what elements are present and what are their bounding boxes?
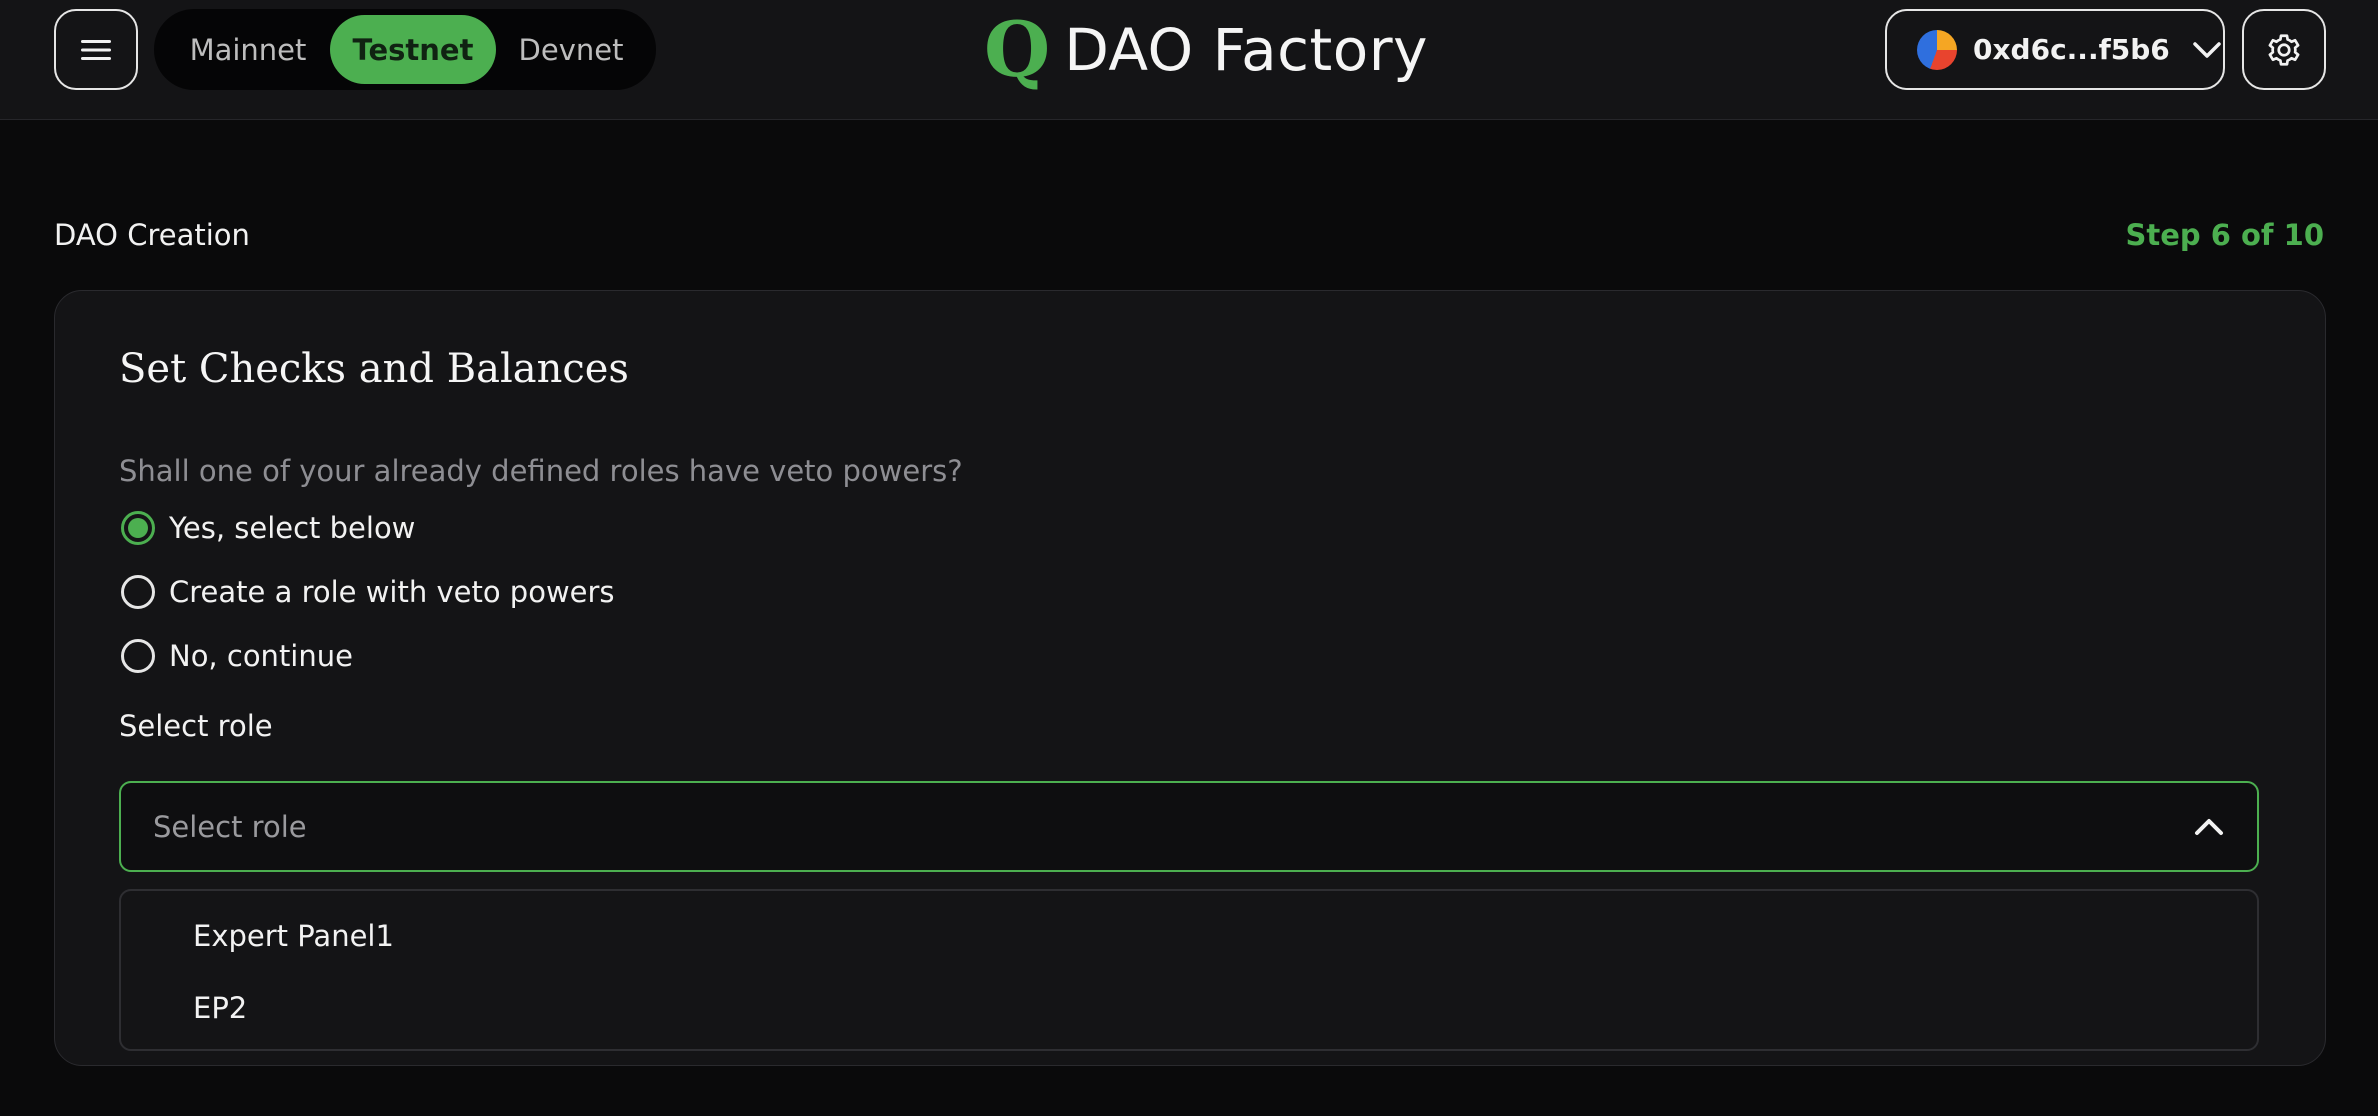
radio-button[interactable] bbox=[121, 575, 155, 609]
step-indicator: Step 6 of 10 bbox=[2125, 218, 2324, 252]
app-title: DAO Factory bbox=[1064, 16, 1428, 84]
card-title: Set Checks and Balances bbox=[119, 346, 629, 392]
q-logo-mark: Q bbox=[984, 5, 1051, 94]
select-role-options-list: Expert Panel1 EP2 bbox=[119, 889, 2259, 1051]
gear-icon bbox=[2268, 33, 2300, 66]
select-placeholder: Select role bbox=[153, 809, 307, 844]
select-role-label: Select role bbox=[119, 709, 273, 743]
network-switcher: Mainnet Testnet Devnet bbox=[154, 9, 656, 90]
radio-label: No, continue bbox=[169, 639, 353, 673]
radio-option-create-role[interactable]: Create a role with veto powers bbox=[121, 572, 615, 612]
network-tab-mainnet[interactable]: Mainnet bbox=[168, 15, 328, 84]
chevron-up-icon bbox=[2195, 819, 2223, 835]
radio-option-no-continue[interactable]: No, continue bbox=[121, 636, 353, 676]
section-label: DAO Creation bbox=[54, 218, 250, 252]
hamburger-menu-icon bbox=[81, 39, 111, 60]
wallet-address: 0xd6c...f5b6 bbox=[1973, 33, 2170, 66]
select-role-dropdown[interactable]: Select role bbox=[119, 781, 2259, 872]
network-tab-testnet[interactable]: Testnet bbox=[330, 15, 496, 84]
veto-question: Shall one of your already defined roles … bbox=[119, 454, 963, 488]
radio-button-checked[interactable] bbox=[121, 511, 155, 545]
checks-and-balances-card: Set Checks and Balances Shall one of you… bbox=[54, 290, 2326, 1066]
menu-button[interactable] bbox=[54, 9, 138, 90]
app-logo[interactable]: Q DAO Factory bbox=[984, 10, 1428, 90]
radio-label: Create a role with veto powers bbox=[169, 575, 615, 609]
wallet-account-button[interactable]: 0xd6c...f5b6 bbox=[1885, 9, 2225, 90]
dropdown-option-ep2[interactable]: EP2 bbox=[121, 977, 2257, 1039]
radio-label: Yes, select below bbox=[169, 511, 416, 545]
dropdown-option-expert-panel1[interactable]: Expert Panel1 bbox=[121, 905, 2257, 967]
network-tab-devnet[interactable]: Devnet bbox=[498, 15, 644, 84]
chevron-down-icon bbox=[2193, 41, 2221, 58]
radio-option-yes-select-below[interactable]: Yes, select below bbox=[121, 508, 415, 548]
settings-button[interactable] bbox=[2242, 9, 2326, 90]
radio-button[interactable] bbox=[121, 639, 155, 673]
top-nav-bar: Mainnet Testnet Devnet Q DAO Factory 0xd… bbox=[0, 0, 2378, 120]
wallet-avatar bbox=[1917, 29, 1957, 70]
